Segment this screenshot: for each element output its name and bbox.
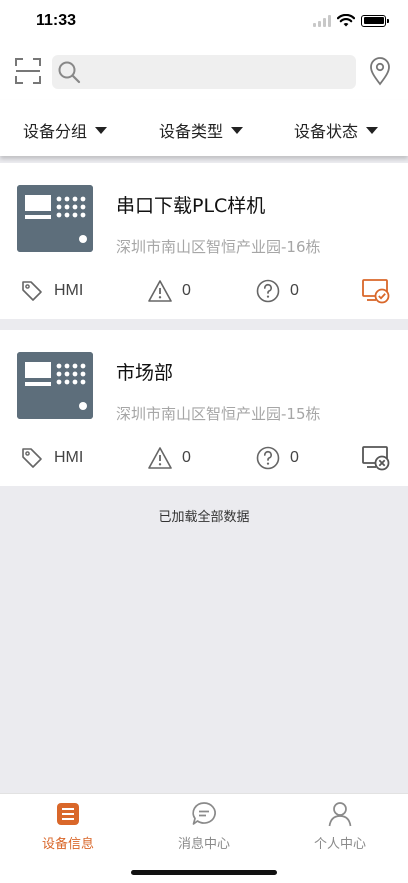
search-input[interactable]	[86, 55, 348, 89]
tab-label: 消息中心	[177, 837, 230, 852]
device-address: 深圳市南山区智恒产业园-15栋	[116, 405, 321, 423]
device-unknown: 0	[256, 446, 299, 470]
tag-icon	[22, 281, 42, 301]
device-thumbnail-icon	[17, 185, 93, 252]
search-row	[0, 44, 408, 100]
device-thumbnail-icon	[17, 352, 93, 419]
tab-label: 设备信息	[41, 837, 94, 852]
scan-icon[interactable]	[14, 57, 42, 85]
device-card[interactable]: 串口下载PLC样机 深圳市南山区智恒产业园-16栋 HMI 0 0	[0, 163, 408, 319]
device-unknown: 0	[256, 279, 299, 303]
warning-icon	[148, 447, 172, 469]
chat-bubble-icon	[192, 802, 216, 825]
status-icons	[313, 14, 389, 27]
device-alarms: 0	[148, 279, 191, 303]
device-card[interactable]: 市场部 深圳市南山区智恒产业园-15栋 HMI 0 0	[0, 330, 408, 486]
unknown-count: 0	[290, 282, 299, 299]
tab-personal-center[interactable]: 个人中心	[272, 800, 408, 852]
device-alarms: 0	[148, 446, 191, 470]
device-name: 市场部	[116, 362, 174, 384]
list-icon	[57, 803, 79, 825]
status-bar: 11:33	[0, 0, 408, 44]
device-type: HMI	[20, 446, 83, 470]
monitor-online-icon[interactable]	[362, 278, 390, 304]
status-time: 11:33	[36, 12, 77, 29]
tag-icon	[22, 448, 42, 468]
tab-message-center[interactable]: 消息中心	[136, 800, 272, 852]
tab-label: 个人中心	[313, 837, 366, 852]
question-circle-icon	[256, 446, 280, 470]
cellular-signal-icon	[313, 14, 331, 27]
device-type-label: HMI	[54, 449, 84, 466]
alarm-count: 0	[182, 449, 191, 466]
warning-icon	[148, 280, 172, 302]
monitor-offline-icon[interactable]	[362, 445, 390, 471]
device-address: 深圳市南山区智恒产业园-16栋	[116, 238, 321, 256]
home-indicator	[131, 870, 277, 875]
question-circle-icon	[256, 279, 280, 303]
battery-icon	[361, 14, 389, 27]
device-type-label: HMI	[54, 282, 84, 299]
caret-down-icon	[231, 126, 244, 134]
filter-bar: 设备分组 设备类型 设备状态	[0, 100, 408, 156]
filter-label: 设备分组	[23, 124, 88, 141]
filter-device-status[interactable]: 设备状态	[294, 118, 379, 142]
filter-label: 设备类型	[159, 124, 224, 141]
caret-down-icon	[366, 126, 379, 134]
filter-device-group[interactable]: 设备分组	[23, 118, 108, 142]
list-end-note: 已加载全部数据	[158, 510, 250, 525]
caret-down-icon	[95, 126, 108, 134]
device-type: HMI	[20, 279, 83, 303]
filter-device-type[interactable]: 设备类型	[159, 118, 244, 142]
filter-label: 设备状态	[294, 124, 359, 141]
search-icon	[58, 61, 81, 84]
device-name: 串口下载PLC样机	[116, 195, 266, 217]
tab-device-info[interactable]: 设备信息	[0, 800, 136, 852]
search-box[interactable]	[52, 55, 356, 89]
wifi-icon	[337, 14, 355, 27]
unknown-count: 0	[290, 449, 299, 466]
location-pin-icon[interactable]	[368, 56, 392, 86]
user-icon	[328, 802, 352, 827]
alarm-count: 0	[182, 282, 191, 299]
